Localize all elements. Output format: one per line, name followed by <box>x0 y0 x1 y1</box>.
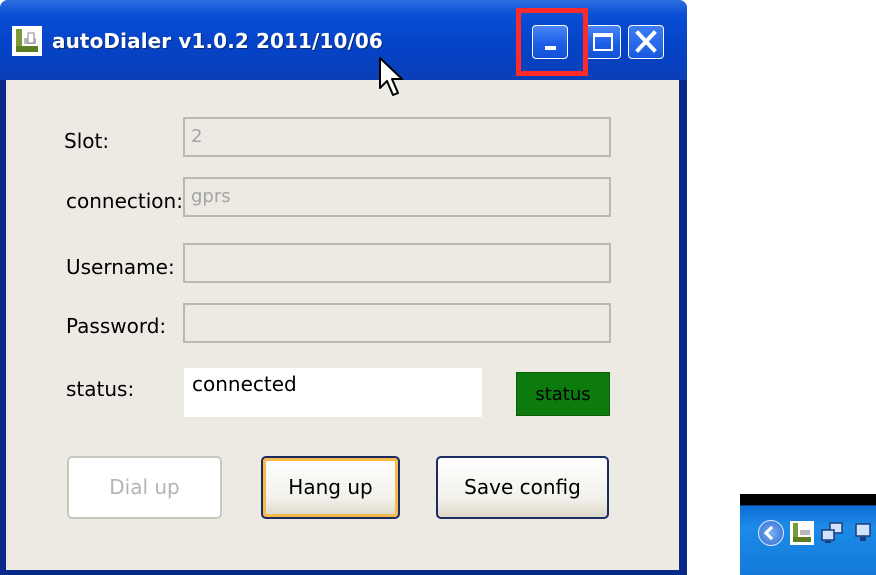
minimize-highlight-annotation <box>516 8 588 76</box>
network-connections-icon[interactable] <box>820 521 844 545</box>
autodialer-tray-icon[interactable] <box>790 521 814 545</box>
window-title: autoDialer v1.0.2 2011/10/06 <box>52 29 383 53</box>
close-icon <box>635 30 657 53</box>
show-hidden-icons-icon[interactable] <box>758 520 784 546</box>
dial-up-button[interactable]: Dial up <box>67 456 222 519</box>
password-label: Password: <box>66 314 167 338</box>
hang-up-button[interactable]: Hang up <box>261 456 400 519</box>
username-label: Username: <box>66 255 175 279</box>
status-indicator: status <box>516 372 610 416</box>
connection-field[interactable]: gprs <box>183 177 611 217</box>
maximize-icon <box>593 33 613 51</box>
network-icon[interactable] <box>852 521 876 545</box>
slot-label: Slot: <box>64 129 110 153</box>
app-icon <box>12 26 42 56</box>
maximize-button[interactable] <box>585 25 621 59</box>
status-text-box: connected <box>184 368 482 417</box>
mouse-cursor-icon <box>379 57 403 96</box>
title-bar[interactable]: autoDialer v1.0.2 2011/10/06 <box>0 0 687 80</box>
slot-field[interactable]: 2 <box>183 117 611 157</box>
password-field[interactable] <box>183 303 611 343</box>
connection-label: connection: <box>66 189 183 213</box>
status-label: status: <box>66 377 135 401</box>
username-field[interactable] <box>183 243 611 283</box>
save-config-button[interactable]: Save config <box>436 456 609 519</box>
close-button[interactable] <box>628 25 664 59</box>
